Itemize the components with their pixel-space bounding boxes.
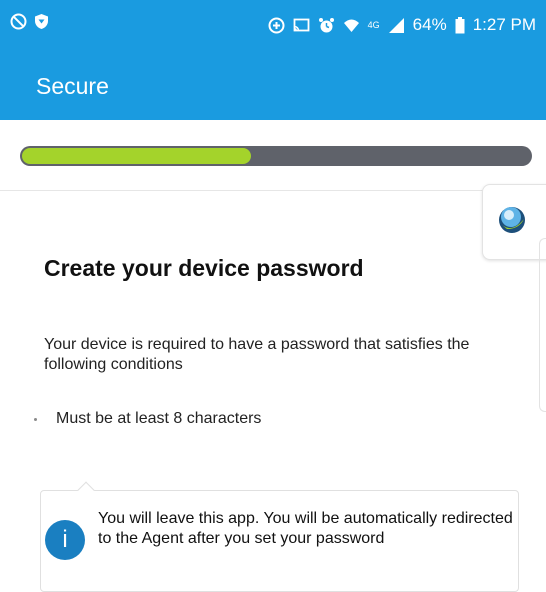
divider [0, 190, 546, 191]
condition-text: Must be at least 8 characters [56, 410, 262, 427]
page-title: Create your device password [44, 255, 364, 281]
side-panel-handle[interactable] [539, 238, 546, 412]
wifi-icon [343, 17, 360, 34]
progress-fill [22, 148, 251, 164]
app-bar: Secure [0, 52, 546, 120]
status-right-icons: 4G 64% 1:27 PM [268, 15, 536, 35]
condition-item: Must be at least 8 characters [34, 410, 261, 428]
alarm-icon [318, 17, 335, 34]
status-time: 1:27 PM [472, 15, 536, 34]
status-bar: 4G 64% 1:27 PM [0, 0, 546, 52]
battery-icon [455, 16, 465, 34]
data-saver-icon [268, 17, 285, 34]
status-left-icons [10, 13, 50, 30]
signal-icon [388, 17, 405, 34]
cast-icon [293, 17, 310, 34]
network-type-label: 4G [367, 20, 380, 30]
info-icon: i [45, 520, 85, 560]
shield-icon [33, 13, 50, 30]
battery-percent: 64% [412, 15, 447, 34]
app-title: Secure [36, 73, 109, 99]
requirements-description: Your device is required to have a passwo… [44, 336, 470, 373]
progress-bar [20, 146, 532, 166]
do-not-disturb-icon [10, 13, 27, 30]
info-message: You will leave this app. You will be aut… [98, 510, 513, 547]
agent-logo-icon [499, 207, 525, 233]
bullet-icon [34, 417, 37, 421]
agent-tab[interactable] [482, 184, 546, 260]
